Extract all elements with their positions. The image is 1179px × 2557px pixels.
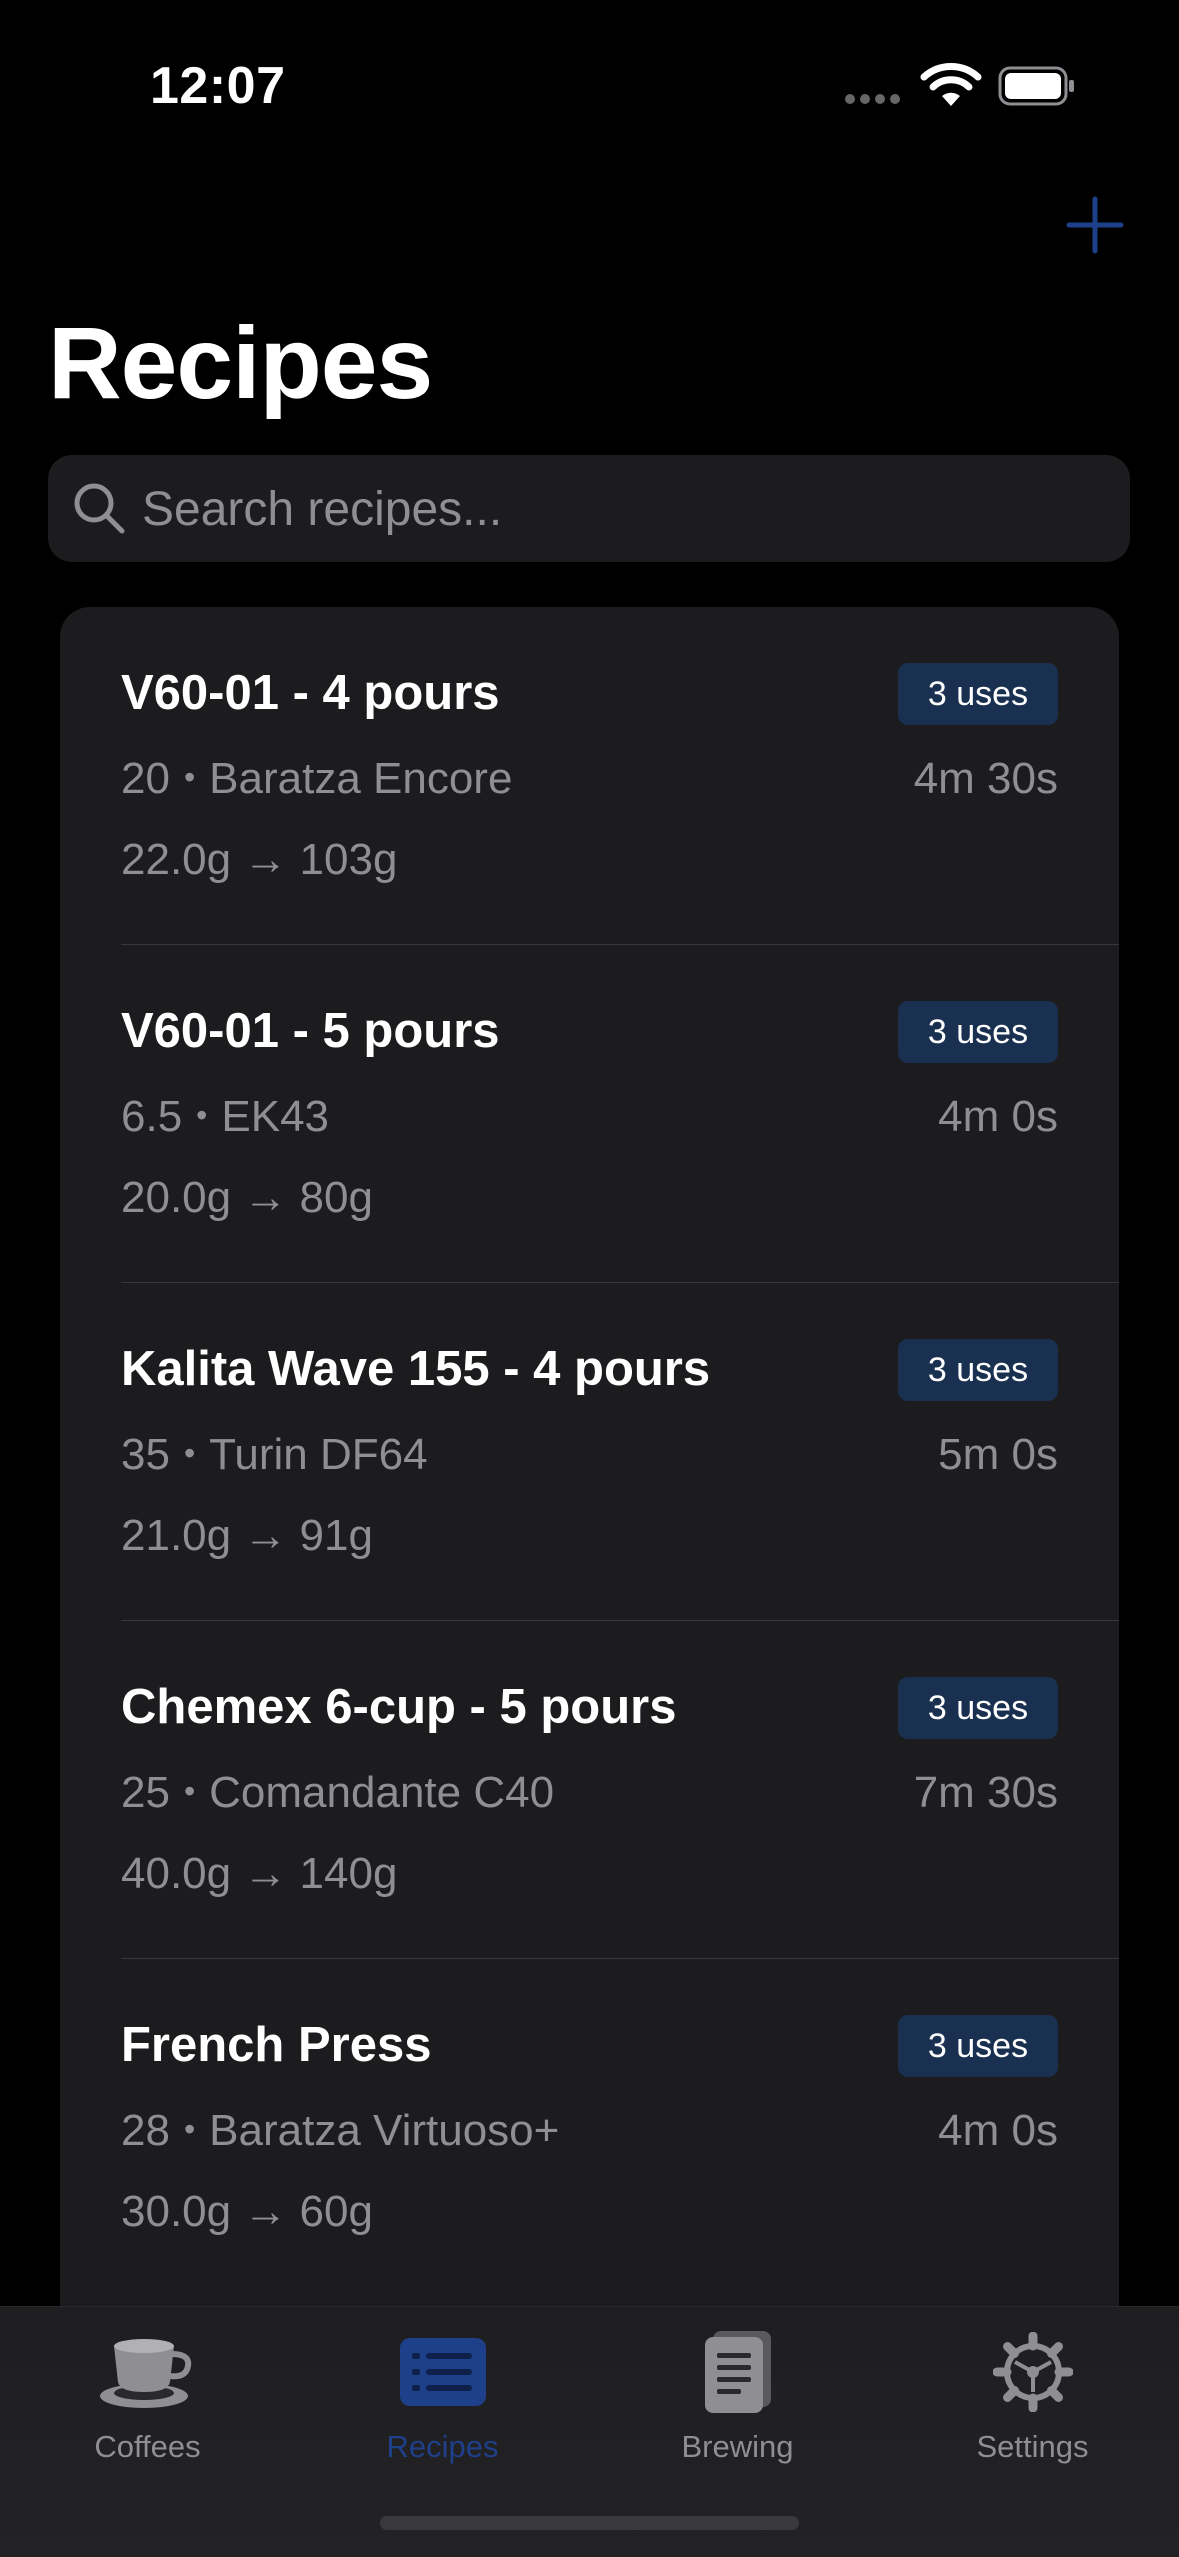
recipe-name: Chemex 6-cup - 5 pours <box>121 1680 677 1734</box>
tab-coffees[interactable]: Coffees <box>0 2307 295 2477</box>
grinder-name: Baratza Encore <box>209 754 513 803</box>
recipe-name: V60-01 - 5 pours <box>121 1004 500 1058</box>
separator: • <box>183 1773 196 1809</box>
brew-duration: 4m 0s <box>938 1092 1058 1141</box>
list-icon <box>385 2327 500 2417</box>
home-indicator <box>380 2516 799 2530</box>
cellular-signal-icon <box>845 94 905 106</box>
recipe-name: French Press <box>121 2018 432 2072</box>
recipe-list: V60-01 - 4 pours 3 uses 20 • Baratza Encor… <box>60 607 1119 2357</box>
grind-setting: 25 <box>121 1768 170 1817</box>
brew-duration: 4m 30s <box>913 754 1058 803</box>
recipe-grind-info: 25 • Comandante C40 <box>121 1768 554 1818</box>
grinder-name: EK43 <box>221 1092 330 1141</box>
recipe-grind-info: 28 • Baratza Virtuoso+ <box>121 2106 559 2156</box>
separator: • <box>196 1097 208 1133</box>
search-input[interactable] <box>140 455 1104 564</box>
grinder-name: Turin DF64 <box>209 1430 428 1479</box>
brew-duration: 5m 0s <box>938 1430 1058 1479</box>
page-title: Recipes <box>48 306 433 420</box>
brew-ratio: 22.0g → 103g <box>121 835 398 884</box>
uses-badge: 3 uses <box>898 2015 1058 2077</box>
list-item[interactable]: Chemex 6-cup - 5 pours 3 uses 25 • Comanda… <box>121 1620 1119 1958</box>
recipe-name: Kalita Wave 155 - 4 pours <box>121 1342 711 1396</box>
battery-icon <box>998 66 1074 106</box>
grind-setting: 35 <box>121 1430 170 1479</box>
tab-recipes[interactable]: Recipes <box>295 2307 590 2477</box>
tab-label: Recipes <box>386 2429 499 2464</box>
list-item[interactable]: V60-01 - 4 pours 3 uses 20 • Baratza Encor… <box>60 607 1119 944</box>
recipe-name: V60-01 - 4 pours <box>121 666 500 720</box>
recipe-grind-info: 6.5 • EK43 <box>121 1092 329 1142</box>
gear-icon <box>975 2327 1090 2417</box>
brew-duration: 4m 0s <box>938 2106 1058 2155</box>
notebook-icon <box>680 2327 795 2417</box>
grind-setting: 6.5 <box>121 1092 183 1141</box>
status-time: 12:07 <box>150 57 286 115</box>
tab-label: Coffees <box>94 2429 201 2464</box>
separator: • <box>183 1435 196 1471</box>
uses-badge: 3 uses <box>898 1677 1058 1739</box>
recipe-grind-info: 35 • Turin DF64 <box>121 1430 428 1480</box>
tab-brewing[interactable]: Brewing <box>590 2307 885 2477</box>
status-bar: 12:07 <box>0 0 1179 170</box>
search-bar[interactable] <box>48 455 1130 564</box>
coffee-cup-icon <box>90 2327 205 2417</box>
brew-duration: 7m 30s <box>913 1768 1058 1817</box>
add-recipe-button[interactable] <box>1060 190 1130 260</box>
plus-icon <box>1066 196 1124 254</box>
tab-label: Settings <box>976 2429 1089 2464</box>
grinder-name: Comandante C40 <box>209 1768 555 1817</box>
tab-settings[interactable]: Settings <box>885 2307 1179 2477</box>
list-item[interactable]: Kalita Wave 155 - 4 pours 3 uses 35 • Turi… <box>121 1282 1119 1620</box>
grinder-name: Baratza Virtuoso+ <box>209 2106 560 2155</box>
tab-label: Brewing <box>681 2429 794 2464</box>
grind-setting: 20 <box>121 754 170 803</box>
list-item[interactable]: V60-01 - 5 pours 3 uses 6.5 • EK43 4m 0s 2… <box>121 944 1119 1282</box>
grind-setting: 28 <box>121 2106 170 2155</box>
uses-badge: 3 uses <box>898 1339 1058 1401</box>
list-item[interactable]: French Press 3 uses 28 • Baratza Virtuoso+… <box>121 1958 1119 2296</box>
wifi-icon <box>920 63 982 106</box>
separator: • <box>183 2111 196 2147</box>
search-icon <box>74 483 125 534</box>
separator: • <box>183 759 196 795</box>
brew-ratio: 20.0g → 80g <box>121 1173 373 1222</box>
uses-badge: 3 uses <box>898 663 1058 725</box>
brew-ratio: 30.0g → 60g <box>121 2187 373 2236</box>
recipe-grind-info: 20 • Baratza Encore <box>121 754 512 804</box>
uses-badge: 3 uses <box>898 1001 1058 1063</box>
brew-ratio: 40.0g → 140g <box>121 1849 398 1898</box>
brew-ratio: 21.0g → 91g <box>121 1511 373 1560</box>
